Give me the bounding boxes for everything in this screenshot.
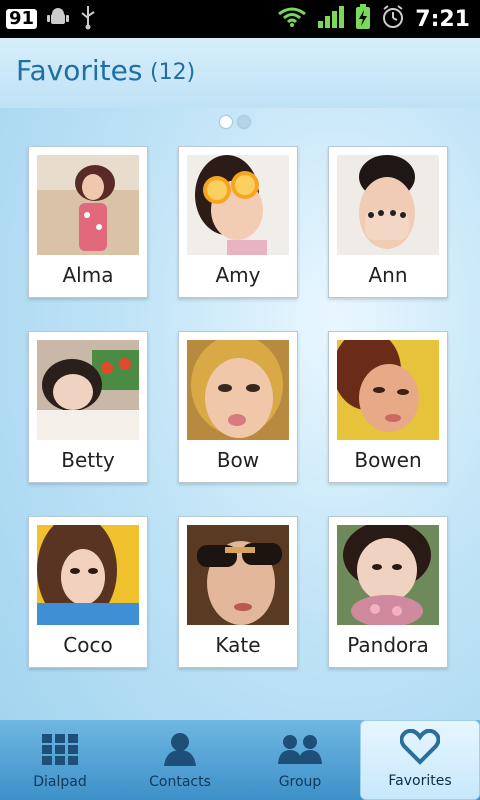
contact-photo [187,155,289,255]
favorite-card-ann[interactable]: Ann [328,146,448,298]
status-bar: 91 7:21 [0,0,480,38]
contact-name: Amy [215,263,261,287]
favorite-card-betty[interactable]: Betty [28,331,148,483]
contact-name: Bowen [354,448,422,472]
heart-icon [399,728,441,769]
android-debug-icon [47,6,70,32]
clock: 7:21 [415,6,470,32]
dialpad-icon [42,734,78,770]
contact-photo [187,340,289,440]
favorite-card-alma[interactable]: Alma [28,146,148,298]
favorite-card-pandora[interactable]: Pandora [328,516,448,668]
nav-label: Contacts [149,774,211,790]
signal-icon [317,5,345,33]
contact-photo [37,340,139,440]
usb-icon [79,4,97,34]
page-title: Favorites [16,54,143,87]
contact-name: Ann [368,263,408,287]
contact-photo [337,340,439,440]
contact-photo [37,525,139,625]
contact-name: Betty [61,448,115,472]
battery-charging-icon [355,4,371,34]
contact-name: Alma [62,263,114,287]
favorite-card-bowen[interactable]: Bowen [328,331,448,483]
favorite-card-kate[interactable]: Kate [178,516,298,668]
header: Favorites (12) [0,38,480,108]
nav-favorites[interactable]: Favorites [360,720,480,800]
nav-label: Group [278,774,322,790]
contact-photo [187,525,289,625]
page-dot [238,116,250,128]
nav-label: Dialpad [33,774,87,790]
nav-label: Favorites [388,773,452,789]
wifi-icon [277,6,307,32]
page-dot-active [220,116,232,128]
contact-name: Bow [216,448,260,472]
contact-name: Pandora [347,633,429,657]
page-indicator [220,116,250,128]
contacts-icon [162,732,198,770]
group-icon [276,732,324,770]
favorites-grid: Alma Amy Ann Betty Bow Bowen Coco Kate P… [28,146,452,671]
contact-name: Kate [215,633,261,657]
favorites-count: (12) [150,60,196,85]
favorite-card-amy[interactable]: Amy [178,146,298,298]
alarm-icon [381,5,405,33]
favorite-card-bow[interactable]: Bow [178,331,298,483]
bottom-navigation: Dialpad Contacts Group Favorites [0,720,480,800]
contact-photo [37,155,139,255]
favorite-card-coco[interactable]: Coco [28,516,148,668]
nav-contacts[interactable]: Contacts [120,720,240,800]
contact-photo [337,525,439,625]
contact-photo [337,155,439,255]
notification-badge: 91 [6,9,38,29]
nav-dialpad[interactable]: Dialpad [0,720,120,800]
contact-name: Coco [63,633,113,657]
nav-group[interactable]: Group [240,720,360,800]
